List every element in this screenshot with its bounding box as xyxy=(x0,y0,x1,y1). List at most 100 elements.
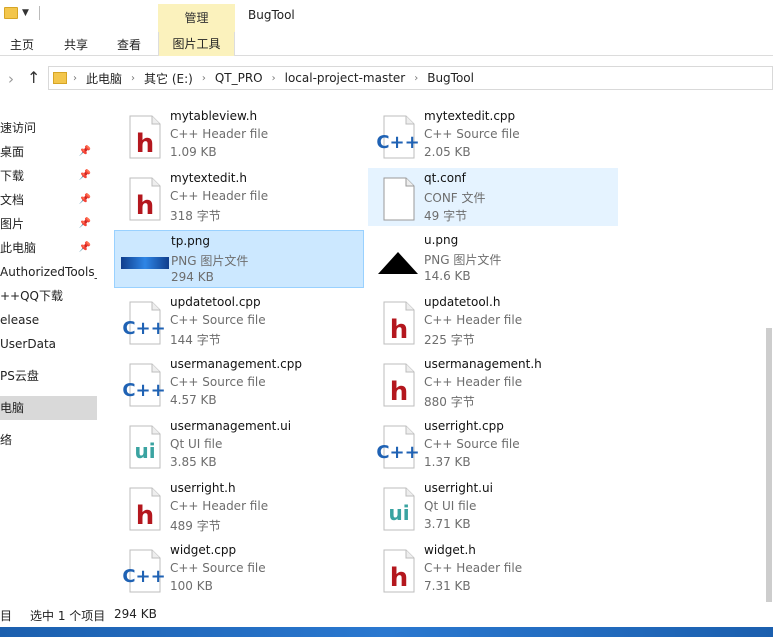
file-tile[interactable]: u.png PNG 图片文件 14.6 KB xyxy=(368,230,618,288)
file-type: CONF 文件 xyxy=(424,191,486,205)
file-size: 2.05 KB xyxy=(424,145,471,159)
chevron-right-icon[interactable]: › xyxy=(202,73,206,84)
up-arrow-icon[interactable]: ↑ xyxy=(27,68,40,87)
sidebar-item-label: 电脑 xyxy=(0,401,25,415)
chevron-right-icon[interactable]: › xyxy=(73,73,77,84)
file-size: 294 KB xyxy=(171,270,214,284)
cpp-header-file-icon: h xyxy=(120,174,168,222)
file-tile[interactable]: h widget.h C++ Header file 7.31 KB xyxy=(368,540,618,598)
svg-text:C++: C++ xyxy=(376,442,419,463)
svg-text:h: h xyxy=(136,501,155,531)
tab-picture-tools[interactable]: 图片工具 xyxy=(158,32,235,56)
address-bar[interactable]: › 此电脑 › 其它 (E:) › QT_PRO › local-project… xyxy=(48,66,773,90)
file-tile[interactable]: h mytextedit.h C++ Header file 318 字节 xyxy=(114,168,364,226)
breadcrumb-drive-e[interactable]: 其它 (E:) xyxy=(144,70,193,87)
forward-arrow-icon[interactable]: › xyxy=(8,70,14,88)
sidebar-item-label: ++QQ下载 xyxy=(0,289,64,303)
file-tile[interactable]: ui usermanagement.ui Qt UI file 3.85 KB xyxy=(114,416,364,474)
file-name: updatetool.cpp xyxy=(170,295,261,309)
tab-view[interactable]: 查看 xyxy=(117,36,141,53)
file-size: 100 KB xyxy=(170,579,213,593)
sidebar-item-pictures[interactable]: 图片 📌 xyxy=(0,212,97,236)
file-name: usermanagement.ui xyxy=(170,419,292,433)
file-name: userright.h xyxy=(170,481,236,495)
title-bar: ▼ 管理 BugTool xyxy=(0,0,773,32)
file-tile[interactable]: C++ updatetool.cpp C++ Source file 144 字… xyxy=(114,292,364,350)
taskbar-strip xyxy=(0,627,773,637)
sidebar-item-release[interactable]: elease xyxy=(0,308,97,332)
file-size: 4.57 KB xyxy=(170,393,217,407)
file-tile[interactable]: C++ usermanagement.cpp C++ Source file 4… xyxy=(114,354,364,412)
tab-share[interactable]: 共享 xyxy=(64,36,88,53)
file-list: h mytableview.h C++ Header file 1.09 KB … xyxy=(100,100,773,602)
file-tile-selected[interactable]: tp.png PNG 图片文件 294 KB xyxy=(114,230,364,288)
sidebar-item-this-pc[interactable]: 电脑 xyxy=(0,396,97,420)
svg-text:h: h xyxy=(136,191,155,221)
cpp-source-file-icon: C++ xyxy=(120,298,168,346)
sidebar-item-authorizedtools[interactable]: AuthorizedTools_I xyxy=(0,260,97,284)
sidebar-item-this-pc-pinned[interactable]: 此电脑 📌 xyxy=(0,236,97,260)
file-tile[interactable]: h usermanagement.h C++ Header file 880 字… xyxy=(368,354,618,412)
sidebar-item-wps-cloud[interactable]: PS云盘 xyxy=(0,364,97,388)
file-size: 14.6 KB xyxy=(424,269,471,283)
file-tile[interactable]: qt.conf CONF 文件 49 字节 xyxy=(368,168,618,226)
item-count: 目 xyxy=(0,609,13,623)
file-name: usermanagement.h xyxy=(424,357,542,371)
file-name: updatetool.h xyxy=(424,295,501,309)
sidebar-item-label: 图片 xyxy=(0,217,25,231)
chevron-right-icon[interactable]: › xyxy=(131,73,135,84)
sidebar-item-label: PS云盘 xyxy=(0,369,39,383)
file-tile[interactable]: h updatetool.h C++ Header file 225 字节 xyxy=(368,292,618,350)
cpp-source-file-icon: C++ xyxy=(120,546,168,594)
sidebar-item-label: 下载 xyxy=(0,169,25,183)
sidebar-item-desktop[interactable]: 桌面 📌 xyxy=(0,140,97,164)
folder-icon[interactable] xyxy=(4,7,18,19)
vertical-scrollbar[interactable] xyxy=(763,100,773,608)
sidebar-item-label: 此电脑 xyxy=(0,241,37,255)
chevron-down-icon[interactable]: ▼ xyxy=(22,8,29,18)
file-tile[interactable]: C++ userright.cpp C++ Source file 1.37 K… xyxy=(368,416,618,474)
file-name: qt.conf xyxy=(424,171,466,185)
sidebar-item-documents[interactable]: 文档 📌 xyxy=(0,188,97,212)
pin-icon: 📌 xyxy=(78,170,91,181)
breadcrumb-this-pc[interactable]: 此电脑 xyxy=(86,70,122,87)
sidebar-item-label: AuthorizedTools_I xyxy=(0,265,97,279)
file-size: 318 字节 xyxy=(170,209,221,223)
file-type: PNG 图片文件 xyxy=(424,253,502,267)
tab-home[interactable]: 主页 xyxy=(10,36,34,53)
chevron-right-icon[interactable]: › xyxy=(414,73,418,84)
pin-icon: 📌 xyxy=(78,146,91,157)
file-name: mytextedit.cpp xyxy=(424,109,516,123)
scrollbar-thumb[interactable] xyxy=(766,328,772,608)
chevron-right-icon[interactable]: › xyxy=(272,73,276,84)
cpp-header-file-icon: h xyxy=(120,112,168,160)
file-type: Qt UI file xyxy=(170,437,223,451)
sidebar-item-label: 络 xyxy=(0,433,13,447)
breadcrumb-qt-pro[interactable]: QT_PRO xyxy=(215,71,263,85)
window-title: BugTool xyxy=(248,8,295,22)
sidebar-item-label: elease xyxy=(0,313,40,327)
breadcrumb-local-project-master[interactable]: local-project-master xyxy=(285,71,406,85)
sidebar-item-label: 文档 xyxy=(0,193,25,207)
file-tile[interactable]: C++ widget.cpp C++ Source file 100 KB xyxy=(114,540,364,598)
sidebar-item-qq-download[interactable]: ++QQ下载 xyxy=(0,284,97,308)
sidebar-item-downloads[interactable]: 下载 📌 xyxy=(0,164,97,188)
file-name: tp.png xyxy=(171,234,210,248)
file-type: C++ Source file xyxy=(424,437,520,451)
file-name: userright.cpp xyxy=(424,419,504,433)
pin-icon: 📌 xyxy=(78,218,91,229)
cpp-source-file-icon: C++ xyxy=(374,422,422,470)
sidebar-item-network[interactable]: 络 xyxy=(0,428,97,452)
file-tile[interactable]: C++ mytextedit.cpp C++ Source file 2.05 … xyxy=(368,106,618,164)
file-tile[interactable]: h userright.h C++ Header file 489 字节 xyxy=(114,478,364,536)
file-type: C++ Source file xyxy=(170,561,266,575)
file-name: mytextedit.h xyxy=(170,171,247,185)
file-tile[interactable]: ui userright.ui Qt UI file 3.71 KB xyxy=(368,478,618,536)
sidebar-item-quick-access[interactable]: 速访问 xyxy=(0,116,97,140)
file-tile[interactable]: h mytableview.h C++ Header file 1.09 KB xyxy=(114,106,364,164)
breadcrumb-bugtool[interactable]: BugTool xyxy=(427,71,474,85)
file-size: 225 字节 xyxy=(424,333,475,347)
folder-icon xyxy=(53,72,67,84)
sidebar-item-userdata[interactable]: UserData xyxy=(0,332,97,356)
file-size: 7.31 KB xyxy=(424,579,471,593)
